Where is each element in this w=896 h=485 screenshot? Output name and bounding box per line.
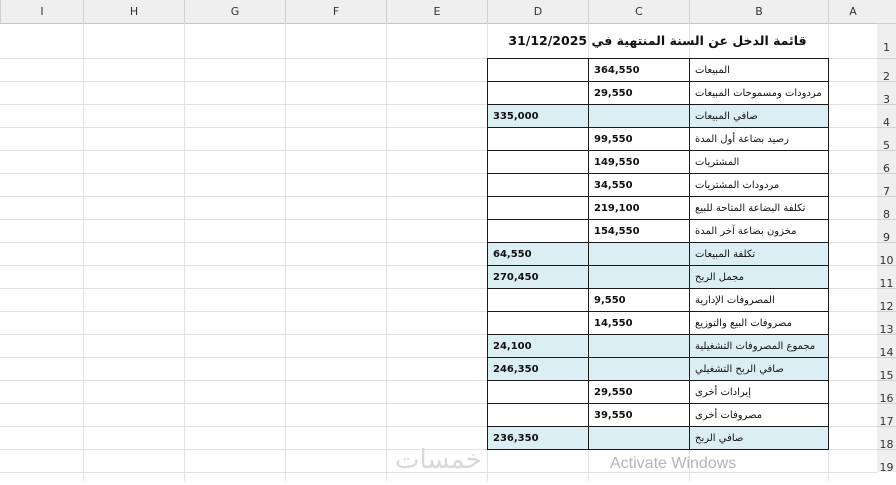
cell-total-d[interactable]: 64,550: [487, 242, 589, 266]
row-header-7[interactable]: 7: [877, 173, 896, 198]
row-header-4[interactable]: 4: [877, 104, 896, 129]
row-header-5[interactable]: 5: [877, 127, 896, 152]
row-header-11[interactable]: 11: [877, 265, 896, 290]
cell-label[interactable]: صافي الربح التشغيلي: [689, 357, 829, 381]
row-header-16[interactable]: 16: [877, 380, 896, 405]
column-header-f[interactable]: F: [285, 0, 386, 23]
row-header-15[interactable]: 15: [877, 357, 896, 382]
row-header-9[interactable]: 9: [877, 219, 896, 244]
cell-total-d[interactable]: 24,100: [487, 334, 589, 358]
row-header-6[interactable]: 6: [877, 150, 896, 175]
cell-label[interactable]: مجمل الربح: [689, 265, 829, 289]
cell-amount-c[interactable]: 154,550: [588, 219, 690, 243]
cell-label[interactable]: المشتريات: [689, 150, 829, 174]
row-header-2[interactable]: 2: [877, 58, 896, 83]
cell-total-d[interactable]: [487, 311, 589, 335]
row-header-3[interactable]: 3: [877, 81, 896, 106]
column-header-e[interactable]: E: [386, 0, 487, 23]
statement-title[interactable]: قائمة الدخل عن السنة المنتهية في 31/12/2…: [487, 23, 828, 58]
gridline-vertical: [184, 23, 185, 481]
cell-amount-c[interactable]: 14,550: [588, 311, 690, 335]
cell-amount-c[interactable]: [588, 357, 690, 381]
activate-windows-watermark: Activate Windows: [610, 455, 737, 472]
gridline-vertical: [386, 23, 387, 481]
cell-total-d[interactable]: 335,000: [487, 104, 589, 128]
cell-total-d[interactable]: [487, 403, 589, 427]
cell-total-d[interactable]: [487, 127, 589, 151]
cell-amount-c[interactable]: [588, 242, 690, 266]
cell-label[interactable]: مجموع المصروفات التشغيلية: [689, 334, 829, 358]
row-header-13[interactable]: 13: [877, 311, 896, 336]
cell-label[interactable]: مردودات ومسموحات المبيعات: [689, 81, 829, 105]
cell-label[interactable]: تكلفة المبيعات: [689, 242, 829, 266]
row-header-18[interactable]: 18: [877, 426, 896, 451]
row-header-8[interactable]: 8: [877, 196, 896, 221]
cell-total-d[interactable]: 246,350: [487, 357, 589, 381]
cell-total-d[interactable]: [487, 58, 589, 82]
watermark-logo: خمسات: [395, 445, 482, 475]
cell-amount-c[interactable]: [588, 104, 690, 128]
cell-label[interactable]: تكلفة البضاعة المتاحة للبيع: [689, 196, 829, 220]
cell-total-d[interactable]: 270,450: [487, 265, 589, 289]
cell-total-d[interactable]: [487, 288, 589, 312]
cell-amount-c[interactable]: 34,550: [588, 173, 690, 197]
cell-total-d[interactable]: [487, 196, 589, 220]
column-header-h[interactable]: H: [83, 0, 184, 23]
cell-amount-c[interactable]: 149,550: [588, 150, 690, 174]
cell-total-d[interactable]: [487, 81, 589, 105]
cell-total-d[interactable]: [487, 219, 589, 243]
cell-amount-c[interactable]: 364,550: [588, 58, 690, 82]
column-header-d[interactable]: D: [487, 0, 588, 23]
cell-label[interactable]: رصيد بضاعة أول المدة: [689, 127, 829, 151]
spreadsheet[interactable]: IHGFEDCBA 1 2 3 4 5 6 7 8 9 10 11 12 13 14 15 16 17 18 19 …: [0, 0, 896, 481]
cell-amount-c[interactable]: 39,550: [588, 403, 690, 427]
cell-amount-c[interactable]: 99,550: [588, 127, 690, 151]
row-header-10[interactable]: 10: [877, 242, 896, 267]
column-header-b[interactable]: B: [689, 0, 828, 23]
row-header-1[interactable]: 1: [877, 23, 896, 58]
row-header-19[interactable]: 19: [877, 449, 896, 474]
cell-label[interactable]: مردودات المشتريات: [689, 173, 829, 197]
cell-label[interactable]: صافي الربح: [689, 426, 829, 450]
cell-total-d[interactable]: 236,350: [487, 426, 589, 450]
row-header-17[interactable]: 17: [877, 403, 896, 428]
gridline-vertical: [83, 23, 84, 481]
cell-total-d[interactable]: [487, 150, 589, 174]
row-header-14[interactable]: 14: [877, 334, 896, 359]
cell-label[interactable]: صافي المبيعات: [689, 104, 829, 128]
gridline-vertical: [285, 23, 286, 481]
cell-label[interactable]: المصروفات الإدارية: [689, 288, 829, 312]
cell-total-d[interactable]: [487, 173, 589, 197]
cell-label[interactable]: مصروفات أخرى: [689, 403, 829, 427]
cell-amount-c[interactable]: [588, 334, 690, 358]
cell-amount-c[interactable]: 29,550: [588, 81, 690, 105]
column-header-c[interactable]: C: [588, 0, 689, 23]
column-header-g[interactable]: G: [184, 0, 285, 23]
cell-label[interactable]: إيرادات أخرى: [689, 380, 829, 404]
column-header-a[interactable]: A: [828, 0, 877, 23]
cell-label[interactable]: المبيعات: [689, 58, 829, 82]
cell-amount-c[interactable]: [588, 426, 690, 450]
row-header-12[interactable]: 12: [877, 288, 896, 313]
cell-amount-c[interactable]: 219,100: [588, 196, 690, 220]
cell-amount-c[interactable]: [588, 265, 690, 289]
cell-label[interactable]: مصروفات البيع والتوزيع: [689, 311, 829, 335]
cell-amount-c[interactable]: 29,550: [588, 380, 690, 404]
cell-label[interactable]: مخزون بضاعة آخر المدة: [689, 219, 829, 243]
column-header-i[interactable]: I: [0, 0, 83, 23]
cell-total-d[interactable]: [487, 380, 589, 404]
cell-amount-c[interactable]: 9,550: [588, 288, 690, 312]
